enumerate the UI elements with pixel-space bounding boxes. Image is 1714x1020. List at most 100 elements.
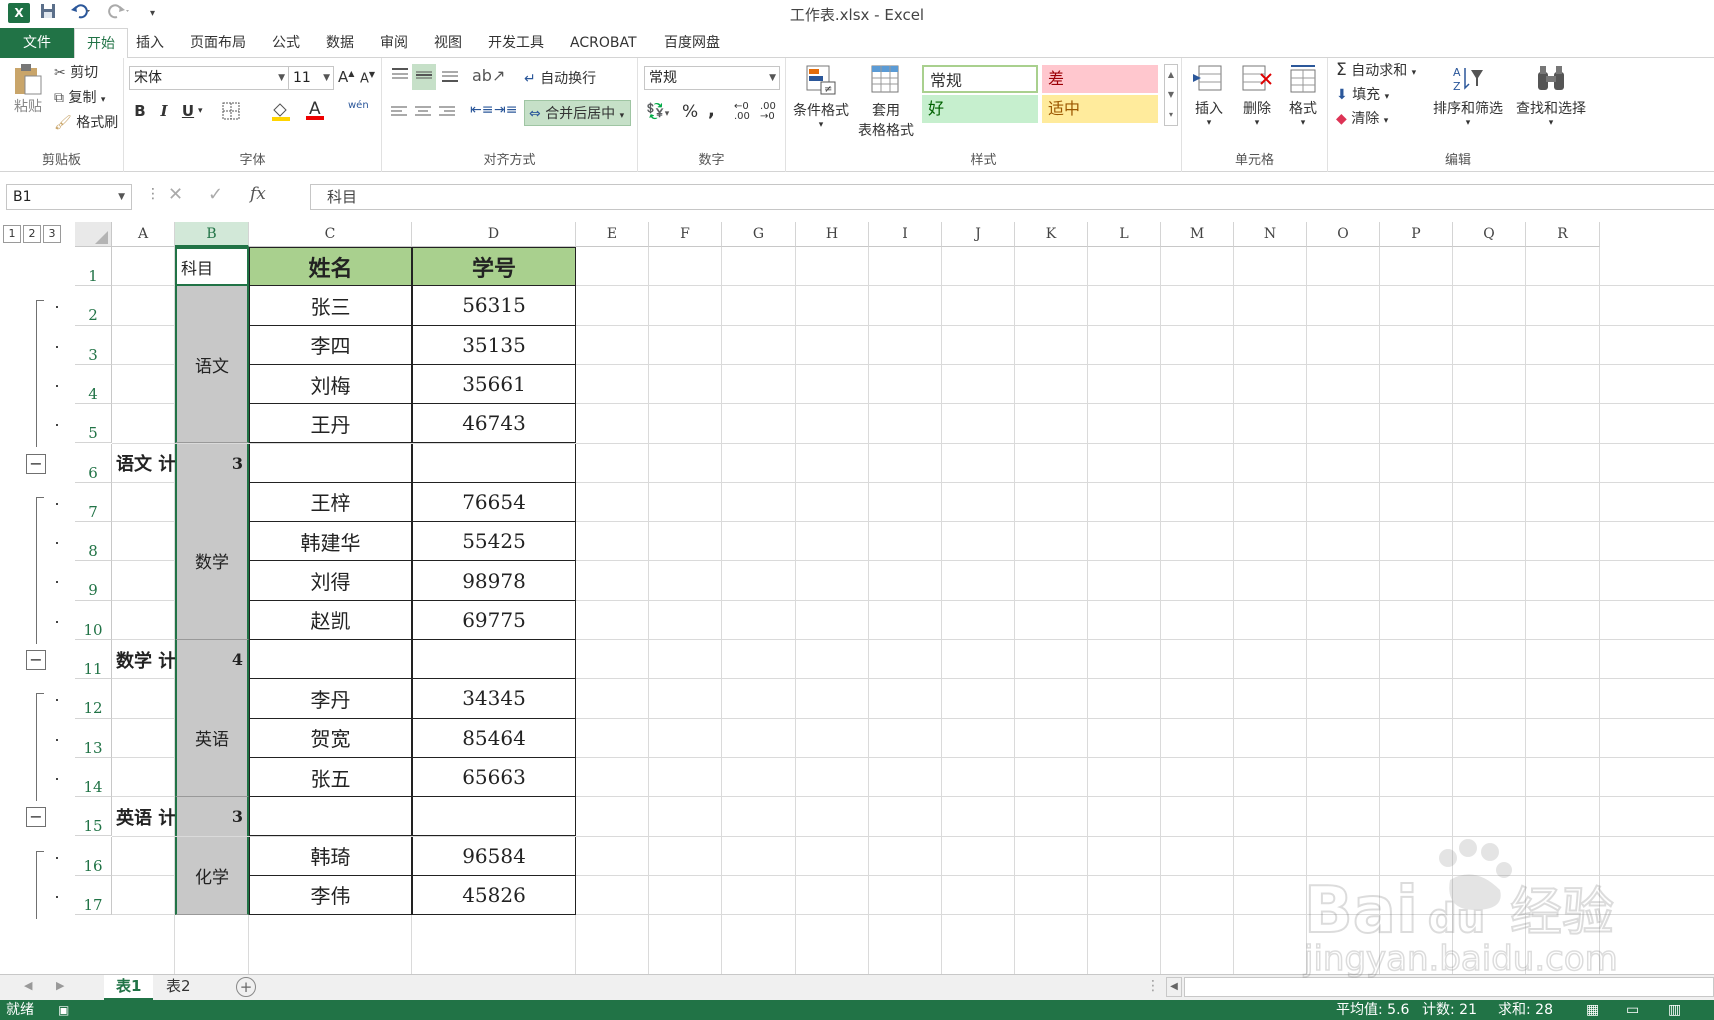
percent-button[interactable]: %: [682, 102, 698, 122]
outline-level-3-button[interactable]: 3: [43, 225, 61, 243]
font-size-select[interactable]: 11 ▼: [288, 66, 334, 90]
row-header-2[interactable]: 2: [75, 286, 112, 326]
cell-name[interactable]: 韩琦: [249, 836, 412, 876]
row-header-13[interactable]: 13: [75, 718, 112, 758]
tab-developer[interactable]: 开发工具: [476, 28, 556, 58]
underline-button[interactable]: U: [180, 102, 196, 120]
italic-button[interactable]: I: [156, 102, 172, 120]
horizontal-scrollbar[interactable]: [1184, 977, 1714, 997]
tab-view[interactable]: 视图: [422, 28, 474, 58]
collapse-group-button[interactable]: −: [26, 650, 46, 670]
name-box[interactable]: B1 ▼: [6, 184, 132, 210]
delete-cells-button[interactable]: 删除 ▾: [1238, 64, 1276, 128]
style-normal[interactable]: 常规: [922, 65, 1038, 93]
align-top-icon[interactable]: [390, 66, 410, 88]
cell-summary-label[interactable]: 英语 计数: [112, 797, 175, 836]
underline-dropdown-icon[interactable]: ▾: [198, 106, 203, 116]
column-header-a[interactable]: A: [112, 222, 175, 247]
style-good[interactable]: 好: [922, 95, 1038, 123]
cell-summary-blank[interactable]: [249, 640, 412, 680]
cell-id[interactable]: 34345: [412, 679, 576, 719]
split-handle-icon[interactable]: ⋮: [1146, 978, 1160, 994]
orientation-icon[interactable]: ab↗: [472, 66, 505, 85]
phonetic-icon[interactable]: wén: [348, 100, 369, 111]
column-header-n[interactable]: N: [1234, 222, 1307, 247]
formula-input[interactable]: 科目: [310, 184, 1714, 210]
normal-view-icon[interactable]: ▦: [1586, 1000, 1599, 1020]
align-bottom-icon[interactable]: [440, 66, 460, 88]
cell-name[interactable]: 王丹: [249, 404, 412, 444]
bold-button[interactable]: B: [132, 102, 148, 120]
row-header-11[interactable]: 11: [75, 640, 112, 680]
cell-subject-3[interactable]: 化学: [175, 836, 249, 916]
column-header-f[interactable]: F: [649, 222, 722, 247]
cell-name[interactable]: 李伟: [249, 875, 412, 916]
borders-icon[interactable]: [222, 102, 240, 124]
prev-sheet-icon[interactable]: ◀: [24, 979, 32, 992]
collapse-group-button[interactable]: −: [26, 453, 46, 474]
column-header-q[interactable]: Q: [1453, 222, 1526, 247]
decrease-decimal-icon[interactable]: .00 →0: [760, 102, 776, 122]
column-header-o[interactable]: O: [1307, 222, 1380, 247]
currency-icon[interactable]: 💱▾: [646, 102, 669, 120]
cell-name[interactable]: 李丹: [249, 679, 412, 719]
tab-insert[interactable]: 插入: [124, 28, 176, 58]
enter-icon[interactable]: ✓: [208, 184, 223, 205]
cell-id[interactable]: 35661: [412, 364, 576, 405]
cell-summary-label[interactable]: 语文 计数: [112, 444, 175, 483]
cell-c1-header[interactable]: 姓名: [249, 247, 412, 287]
cell-summary-count[interactable]: 4: [175, 640, 249, 680]
row-header-5[interactable]: 5: [75, 404, 112, 444]
cell-summary-blank[interactable]: [249, 443, 412, 483]
cell-subject-0[interactable]: 语文: [175, 286, 249, 444]
copy-button[interactable]: ⧉ 复制 ▾: [54, 87, 105, 107]
row-header-7[interactable]: 7: [75, 482, 112, 523]
cell-id[interactable]: 56315: [412, 286, 576, 326]
column-header-k[interactable]: K: [1015, 222, 1088, 247]
paste-button[interactable]: 粘贴: [10, 62, 46, 116]
cell-name[interactable]: 韩建华: [249, 522, 412, 562]
format-painter-button[interactable]: 🖌 格式刷: [54, 112, 118, 132]
fill-button[interactable]: ⬇ 填充 ▾: [1336, 84, 1389, 104]
wrap-text-button[interactable]: ↵ 自动换行: [524, 68, 596, 88]
cell-b1-selected[interactable]: 科目: [175, 247, 249, 287]
cell-id[interactable]: 85464: [412, 718, 576, 758]
tab-data[interactable]: 数据: [314, 28, 366, 58]
cell-name[interactable]: 贺宽: [249, 718, 412, 758]
tab-acrobat[interactable]: ACROBAT: [558, 28, 649, 58]
sheet-tab-1[interactable]: 表1: [104, 975, 154, 1000]
insert-cells-button[interactable]: 插入 ▾: [1190, 64, 1228, 128]
outline-level-1-button[interactable]: 1: [3, 225, 21, 243]
align-left-icon[interactable]: [390, 104, 408, 124]
shrink-font-icon[interactable]: A▼: [360, 70, 375, 86]
cell-summary-blank[interactable]: [412, 640, 576, 680]
column-header-j[interactable]: J: [942, 222, 1015, 247]
align-center-icon[interactable]: [414, 104, 432, 124]
row-header-1[interactable]: 1: [75, 247, 112, 287]
cell-id[interactable]: 55425: [412, 522, 576, 562]
cell-id[interactable]: 98978: [412, 561, 576, 601]
styles-scroll-icon[interactable]: ▲ ▼ ▾: [1164, 64, 1178, 126]
cell-subject-1[interactable]: 数学: [175, 482, 249, 640]
page-break-view-icon[interactable]: ▥: [1668, 1000, 1681, 1020]
cell-name[interactable]: 刘得: [249, 561, 412, 601]
cell-name[interactable]: 李四: [249, 325, 412, 365]
tab-formulas[interactable]: 公式: [260, 28, 312, 58]
tab-file[interactable]: 文件: [0, 28, 74, 58]
column-header-i[interactable]: I: [869, 222, 942, 247]
format-cells-button[interactable]: 格式 ▾: [1284, 64, 1322, 128]
cell-d1-header[interactable]: 学号: [412, 247, 576, 287]
row-header-15[interactable]: 15: [75, 797, 112, 837]
decrease-indent-icon[interactable]: ⇤≡: [470, 102, 493, 118]
comma-button[interactable]: ,: [708, 100, 715, 121]
tab-page-layout[interactable]: 页面布局: [178, 28, 258, 58]
font-color-icon[interactable]: A: [304, 98, 326, 126]
column-header-c[interactable]: C: [249, 222, 412, 247]
cell-name[interactable]: 张三: [249, 286, 412, 326]
row-header-8[interactable]: 8: [75, 522, 112, 562]
cell-id[interactable]: 69775: [412, 600, 576, 640]
add-sheet-icon[interactable]: +: [236, 977, 256, 997]
format-as-table-button[interactable]: 套用 表格格式: [854, 64, 918, 140]
column-header-r[interactable]: R: [1526, 222, 1600, 247]
column-header-g[interactable]: G: [722, 222, 796, 247]
